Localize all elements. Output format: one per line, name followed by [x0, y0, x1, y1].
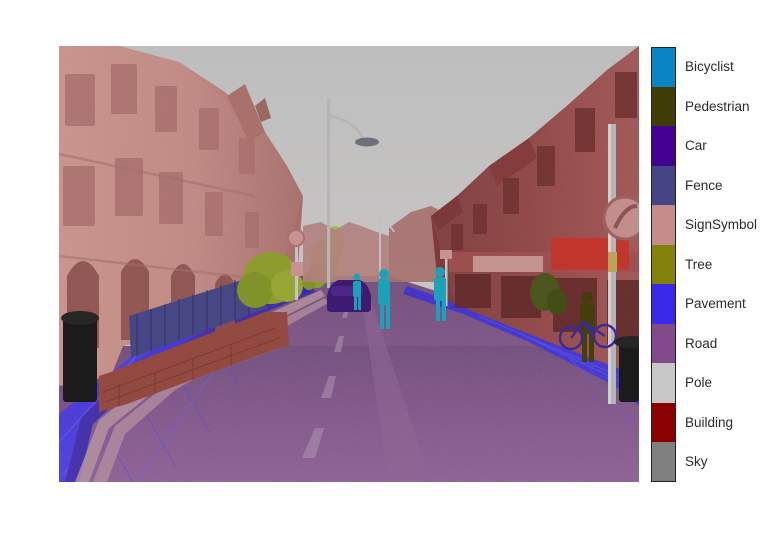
legend-label-sky: Sky [685, 454, 708, 469]
legend-swatch-pavement [651, 284, 676, 324]
legend-item-pavement[interactable]: Pavement [651, 284, 774, 324]
legend-swatch-car [651, 126, 676, 166]
legend-item-sky[interactable]: Sky [651, 442, 774, 482]
legend-swatch-bicyclist [651, 47, 676, 87]
legend-label-fence: Fence [685, 177, 723, 193]
legend-item-car[interactable]: Car [651, 126, 774, 166]
legend-swatch-sky [651, 442, 676, 482]
legend-label-building: Building [685, 414, 734, 430]
legend-label-signsymbol: SignSymbol [685, 217, 758, 232]
legend-item-building[interactable]: Building [651, 402, 774, 443]
legend-swatch-pole [651, 363, 676, 403]
legend-swatch-tree [651, 244, 676, 285]
legend-item-pedestrian[interactable]: Pedestrian [651, 86, 774, 127]
legend-swatch-signsymbol [651, 205, 676, 245]
legend-label-pole: Pole [685, 375, 713, 390]
legend-item-fence[interactable]: Fence [651, 165, 774, 206]
legend-swatch-building [651, 402, 676, 443]
legend-item-pole[interactable]: Pole [651, 363, 774, 403]
legend-label-pedestrian: Pedestrian [685, 98, 750, 114]
class-color-legend: Bicyclist Pedestrian Car Fence SignSymbo… [651, 47, 774, 482]
legend-swatch-fence [651, 165, 676, 206]
legend-item-tree[interactable]: Tree [651, 244, 774, 285]
legend-item-bicyclist[interactable]: Bicyclist [651, 47, 774, 87]
legend-item-signsymbol[interactable]: SignSymbol [651, 205, 774, 245]
legend-label-bicyclist: Bicyclist [685, 59, 734, 74]
legend-label-road: Road [685, 335, 718, 351]
legend-swatch-road [651, 323, 676, 364]
semantic-segmentation-image [59, 46, 639, 482]
legend-swatch-pedestrian [651, 86, 676, 127]
legend-item-road[interactable]: Road [651, 323, 774, 364]
street-scene-svg [59, 46, 639, 482]
legend-label-car: Car [685, 138, 707, 153]
legend-label-pavement: Pavement [685, 296, 746, 311]
legend-label-tree: Tree [685, 256, 713, 272]
figure-canvas: Bicyclist Pedestrian Car Fence SignSymbo… [0, 0, 774, 559]
